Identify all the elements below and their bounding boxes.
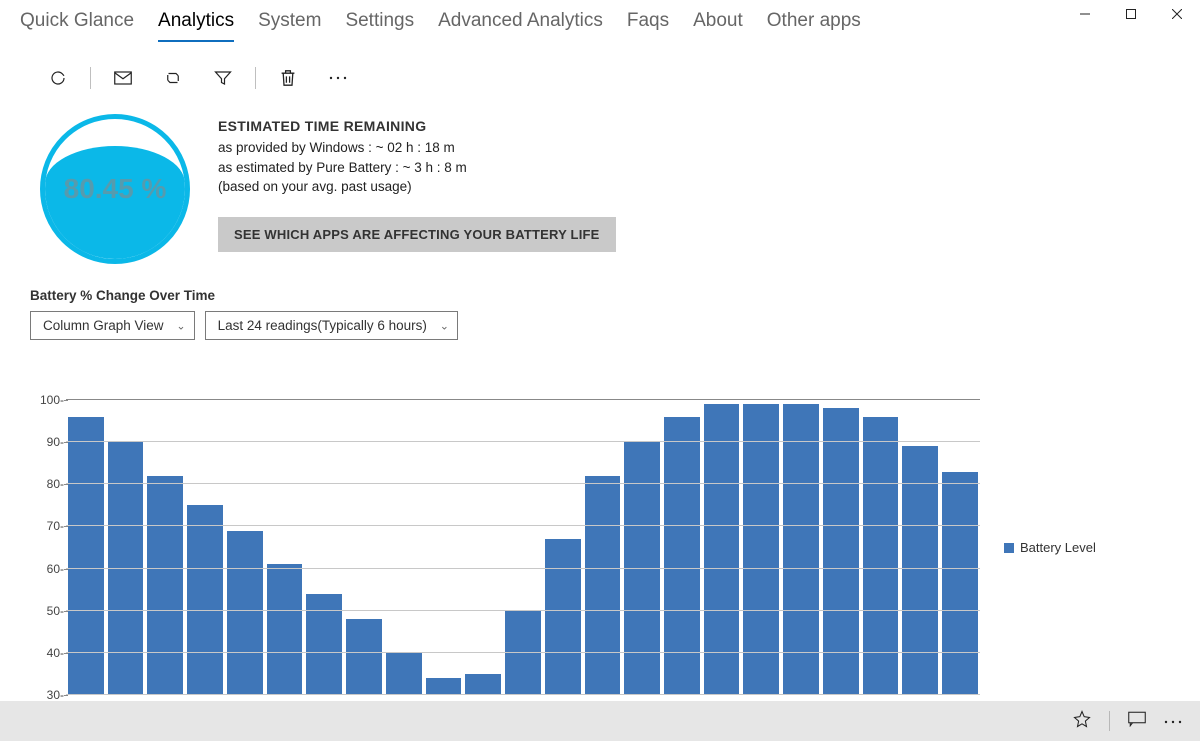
chart-controls: Battery % Change Over Time Column Graph … — [0, 264, 1200, 346]
y-tick: 50- — [47, 604, 64, 618]
close-button[interactable] — [1154, 0, 1200, 28]
toolbar-divider — [255, 67, 256, 89]
grid-line — [66, 694, 980, 695]
mail-icon[interactable] — [105, 66, 141, 90]
bar — [465, 674, 501, 695]
bar — [942, 472, 978, 695]
tab-system[interactable]: System — [258, 10, 321, 42]
bar — [227, 531, 263, 695]
estimate-line: as estimated by Pure Battery : ~ 3 h : 8… — [218, 158, 616, 178]
gauge-label: 80.45 % — [64, 173, 167, 205]
grid-line — [66, 483, 980, 484]
y-tick: 30- — [47, 688, 64, 702]
minimize-button[interactable] — [1062, 0, 1108, 28]
legend-label: Battery Level — [1020, 540, 1096, 555]
tab-advanced-analytics[interactable]: Advanced Analytics — [438, 10, 603, 42]
y-tick: 70- — [47, 519, 64, 533]
legend-swatch — [1004, 543, 1014, 553]
range-dropdown[interactable]: Last 24 readings(Typically 6 hours) ⌄ — [205, 311, 458, 340]
toolbar — [0, 42, 1200, 90]
y-axis: 30-40-50-60-70-80-90-100- — [30, 400, 66, 695]
grid-line — [66, 568, 980, 569]
summary-area: 80.45 % ESTIMATED TIME REMAINING as prov… — [0, 90, 1200, 264]
star-icon[interactable] — [1073, 710, 1091, 733]
view-dropdown-label: Column Graph View — [43, 318, 164, 333]
delete-icon[interactable] — [270, 66, 306, 90]
bar — [68, 417, 104, 695]
tab-about[interactable]: About — [693, 10, 743, 42]
grid-line — [66, 399, 980, 400]
bar — [346, 619, 382, 695]
y-tick: 90- — [47, 435, 64, 449]
command-bar — [0, 701, 1200, 741]
repost-icon[interactable] — [155, 66, 191, 90]
y-tick: 40- — [47, 646, 64, 660]
filter-icon[interactable] — [205, 66, 241, 90]
grid-line — [66, 610, 980, 611]
bar — [624, 442, 660, 695]
bar — [426, 678, 462, 695]
plot-area — [66, 400, 980, 695]
toolbar-divider — [90, 67, 91, 89]
tab-settings[interactable]: Settings — [345, 10, 414, 42]
window-controls — [1062, 0, 1200, 28]
comment-icon[interactable] — [1128, 711, 1146, 732]
tab-analytics[interactable]: Analytics — [158, 10, 234, 42]
bar — [386, 653, 422, 695]
chart-title: Battery % Change Over Time — [30, 288, 1170, 303]
estimate-note: (based on your avg. past usage) — [218, 177, 616, 197]
more-icon[interactable] — [320, 66, 356, 90]
y-tick: 100- — [40, 393, 64, 407]
bar — [505, 611, 541, 695]
grid-line — [66, 652, 980, 653]
refresh-icon[interactable] — [40, 66, 76, 90]
y-tick: 80- — [47, 477, 64, 491]
more-icon[interactable] — [1164, 712, 1182, 730]
command-bar-divider — [1109, 711, 1110, 731]
y-tick: 60- — [47, 562, 64, 576]
tab-bar: Quick Glance Analytics System Settings Advan… — [0, 0, 1200, 42]
tab-quick-glance[interactable]: Quick Glance — [20, 10, 134, 42]
grid-line — [66, 441, 980, 442]
view-dropdown[interactable]: Column Graph View ⌄ — [30, 311, 195, 340]
battery-gauge: 80.45 % — [40, 114, 190, 264]
estimate-block: ESTIMATED TIME REMAINING as provided by … — [218, 114, 616, 252]
estimate-heading: ESTIMATED TIME REMAINING — [218, 118, 616, 134]
range-dropdown-label: Last 24 readings(Typically 6 hours) — [218, 318, 427, 333]
chart-legend: Battery Level — [980, 400, 1170, 695]
bar — [545, 539, 581, 695]
apps-affecting-battery-button[interactable]: SEE WHICH APPS ARE AFFECTING YOUR BATTER… — [218, 217, 616, 252]
estimate-line: as provided by Windows : ~ 02 h : 18 m — [218, 138, 616, 158]
bar — [585, 476, 621, 695]
tab-faqs[interactable]: Faqs — [627, 10, 669, 42]
bar — [267, 564, 303, 695]
battery-chart: 30-40-50-60-70-80-90-100- Battery Level — [30, 400, 1170, 695]
bars — [66, 400, 980, 695]
chevron-down-icon: ⌄ — [440, 319, 449, 332]
bar — [187, 505, 223, 695]
grid-line — [66, 525, 980, 526]
bar — [863, 417, 899, 695]
tab-other-apps[interactable]: Other apps — [767, 10, 861, 42]
bar — [147, 476, 183, 695]
maximize-button[interactable] — [1108, 0, 1154, 28]
chevron-down-icon: ⌄ — [176, 319, 185, 332]
bar — [664, 417, 700, 695]
bar — [108, 442, 144, 695]
